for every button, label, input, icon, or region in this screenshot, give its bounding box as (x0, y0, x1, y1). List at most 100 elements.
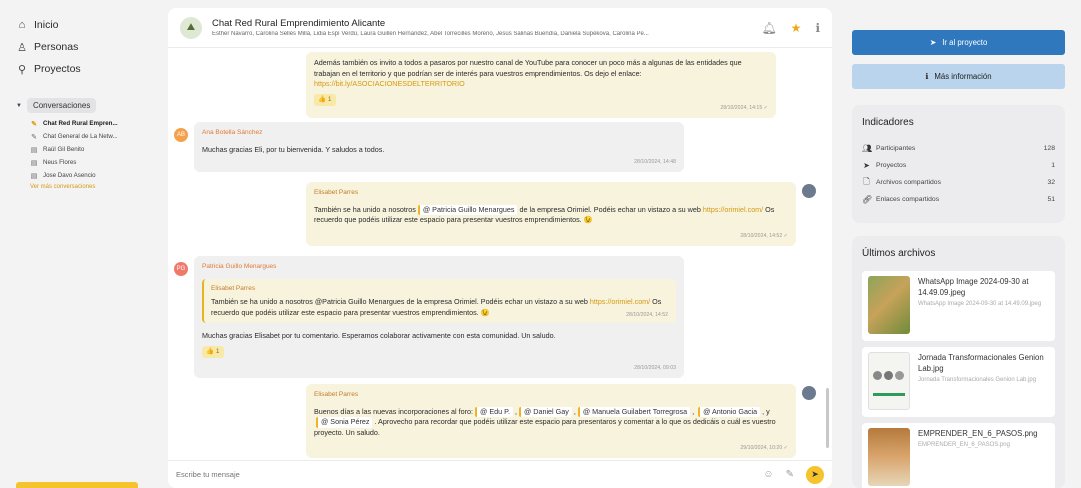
bell-icon[interactable]: 🔔︎ (761, 21, 776, 35)
message-bubble: Elisabet Parres También se ha unido a no… (306, 182, 796, 246)
go-to-project-button[interactable]: ➤ Ir al proyecto (852, 30, 1065, 55)
conversation-label: Raúl Gil Benito (43, 146, 85, 153)
message-text: Además también os invito a todos a pasar… (314, 58, 742, 88)
sidebar: ⌂ Inicio ♙ Personas ⚲ Proyectos ▼ Conver… (0, 0, 150, 488)
message-link[interactable]: https://bit.ly/ASOCIACIONESDELTERRITORIO (314, 79, 465, 88)
message-list[interactable]: Además también os invito a todos a pasar… (168, 48, 824, 458)
quoted-message[interactable]: Elisabet Parres También se ha unido a no… (202, 278, 676, 323)
file-thumbnail (868, 276, 910, 334)
file-subtitle: WhatsApp Image 2024-09-30 at 14.49.09.jp… (918, 301, 1042, 307)
sidebar-item-label: Inicio (34, 19, 59, 31)
scrollbar[interactable] (826, 388, 829, 448)
message-timestamp: 28/10/2024, 09:03 (634, 364, 676, 371)
attach-icon[interactable]: ✎ (786, 469, 794, 480)
file-item[interactable]: Jornada Transformacionales Genion Lab.jp… (862, 347, 1055, 417)
sidebar-item-label: Personas (34, 41, 79, 53)
mention-chip[interactable]: @ Antonio Gacia (698, 406, 761, 417)
mention-chip[interactable]: @ Daniel Gay (518, 406, 572, 417)
sitemap-icon: ⚲ (17, 63, 27, 76)
indicator-row: 🔗︎ Enlaces compartidos 51 (862, 195, 1055, 204)
message-text: Muchas gracias Elisabet por tu comentari… (202, 331, 556, 340)
message-bubble: Ana Botella Sánchez Muchas gracias Eli, … (194, 122, 684, 172)
conversation-item-general[interactable]: ✎ Chat General de La Netw... (30, 130, 150, 143)
indicator-value: 1 (1051, 162, 1055, 169)
right-panel: ➤ Ir al proyecto ℹ Más información Indic… (852, 0, 1066, 488)
message-sender[interactable]: Elisabet Parres (314, 188, 788, 199)
chat-header: ⛰ Chat Red Rural Emprendimiento Alicante… (168, 8, 832, 48)
message-sender[interactable]: Elisabet Parres (314, 390, 788, 401)
mention-chip[interactable]: @ Patricia Guillo Menargues (417, 204, 518, 215)
quoted-timestamp: 28/10/2024, 14:52 (626, 311, 668, 318)
sidebar-item-personas[interactable]: ♙ Personas (16, 36, 150, 58)
recent-files-title: Últimos archivos (862, 248, 936, 259)
mention-chip[interactable]: @ Edu P. (475, 406, 513, 417)
chat-members: Esther Navarro, Carolina Sellés Millá, L… (212, 31, 649, 37)
info-icon[interactable]: ℹ (815, 21, 820, 35)
conversation-item-red-rural[interactable]: ✎ Chat Red Rural Empren... (30, 117, 150, 130)
indicator-row: 🗋 Archivos compartidos 32 (862, 174, 1055, 191)
emoji-icon[interactable]: ☺ (763, 469, 773, 480)
avatar[interactable]: PG (174, 262, 188, 276)
file-name: Jornada Transformacionales Genion Lab.jp… (918, 353, 1044, 373)
home-icon: ⌂ (18, 19, 26, 31)
message-icon: ▤ (30, 146, 38, 154)
indicator-value: 128 (1043, 145, 1055, 152)
message-timestamp: 28/10/2024, 14:48 (634, 158, 676, 165)
message-bubble: Patricia Guillo Menargues Elisabet Parre… (194, 256, 684, 378)
info-icon: ℹ (925, 72, 929, 81)
message-icon: ▤ (30, 159, 38, 167)
sidebar-item-label: Proyectos (34, 63, 81, 75)
more-info-button[interactable]: ℹ Más información (852, 64, 1065, 89)
avatar[interactable] (802, 386, 816, 400)
quoted-sender: Elisabet Parres (211, 284, 256, 292)
indicator-value: 51 (1047, 196, 1055, 203)
conversation-item-neus[interactable]: ▤ Neus Flores (30, 156, 150, 169)
message-sender[interactable]: Ana Botella Sánchez (202, 128, 676, 139)
conversations-toggle[interactable]: ▼ Conversaciones (16, 98, 150, 113)
reaction-badge[interactable]: 👍 1 (202, 345, 224, 358)
users-icon: 👥︎ (862, 144, 873, 153)
group-chat-icon: ✎ (31, 120, 37, 128)
message-timestamp: 28/10/2024, 14:15 ✓ (720, 104, 768, 111)
sidebar-item-proyectos[interactable]: ⚲ Proyectos (16, 58, 150, 80)
message-text: Buenos días a las nuevas incorporaciones… (314, 406, 776, 437)
sidebar-action-button[interactable] (16, 482, 138, 488)
message-bubble: Elisabet Parres Buenos días a las nuevas… (306, 384, 796, 458)
send-icon: ➤ (863, 161, 870, 170)
indicator-row: 👥︎ Participantes 128 (862, 144, 1055, 153)
file-item[interactable]: WhatsApp Image 2024-09-30 at 14.49.09.jp… (862, 271, 1055, 341)
conversation-label: Neus Flores (43, 159, 77, 166)
indicators-title: Indicadores (862, 117, 914, 128)
reaction-badge[interactable]: 👍 1 (314, 93, 336, 106)
message-input[interactable] (176, 470, 764, 479)
message-sender[interactable]: Patricia Guillo Menargues (202, 262, 676, 273)
caret-down-icon: ▼ (16, 102, 22, 109)
file-name: EMPRENDER_EN_6_PASOS.png (918, 429, 1038, 438)
send-button[interactable]: ➤ (806, 465, 824, 484)
mention-chip[interactable]: @ Sonia Pérez (316, 417, 373, 428)
avatar[interactable]: AB (174, 128, 188, 142)
conversation-item-jose[interactable]: ▤ Jose Davo Asencio (30, 169, 150, 182)
file-name: WhatsApp Image 2024-09-30 at 14.49.09.jp… (918, 277, 1029, 297)
conversation-item-raul[interactable]: ▤ Raúl Gil Benito (30, 143, 150, 156)
message-bubble: Además también os invito a todos a pasar… (306, 52, 776, 118)
message-link[interactable]: https://orimiel.com/ (703, 205, 763, 214)
conversation-label: Chat Red Rural Empren... (43, 120, 118, 127)
message-timestamp: 29/10/2024, 10:20 ✓ (740, 444, 788, 451)
file-icon: 🗋 (863, 176, 870, 186)
file-subtitle: EMPRENDER_EN_6_PASOS.png (918, 442, 1010, 448)
conversation-label: Jose Davo Asencio (43, 172, 96, 179)
conversations-label: Conversaciones (26, 98, 97, 113)
recent-files-card: Últimos archivos WhatsApp Image 2024-09-… (852, 236, 1065, 488)
see-more-conversations-link[interactable]: Ver más conversaciones (16, 184, 150, 190)
send-icon: ➤ (929, 38, 937, 47)
message-timestamp: 28/10/2024, 14:52 ✓ (740, 232, 788, 239)
link-icon: 🔗︎ (862, 195, 873, 204)
file-item[interactable]: EMPRENDER_EN_6_PASOS.png EMPRENDER_EN_6_… (862, 423, 1055, 488)
mention-chip[interactable]: @ Manuela Guilabert Torregrosa (577, 406, 691, 417)
indicator-row: ➤ Proyectos 1 (863, 161, 1055, 170)
avatar[interactable] (802, 184, 816, 198)
chat-panel: ⛰ Chat Red Rural Emprendimiento Alicante… (168, 8, 832, 488)
star-icon[interactable]: ★ (791, 21, 802, 35)
sidebar-item-inicio[interactable]: ⌂ Inicio (16, 14, 150, 36)
